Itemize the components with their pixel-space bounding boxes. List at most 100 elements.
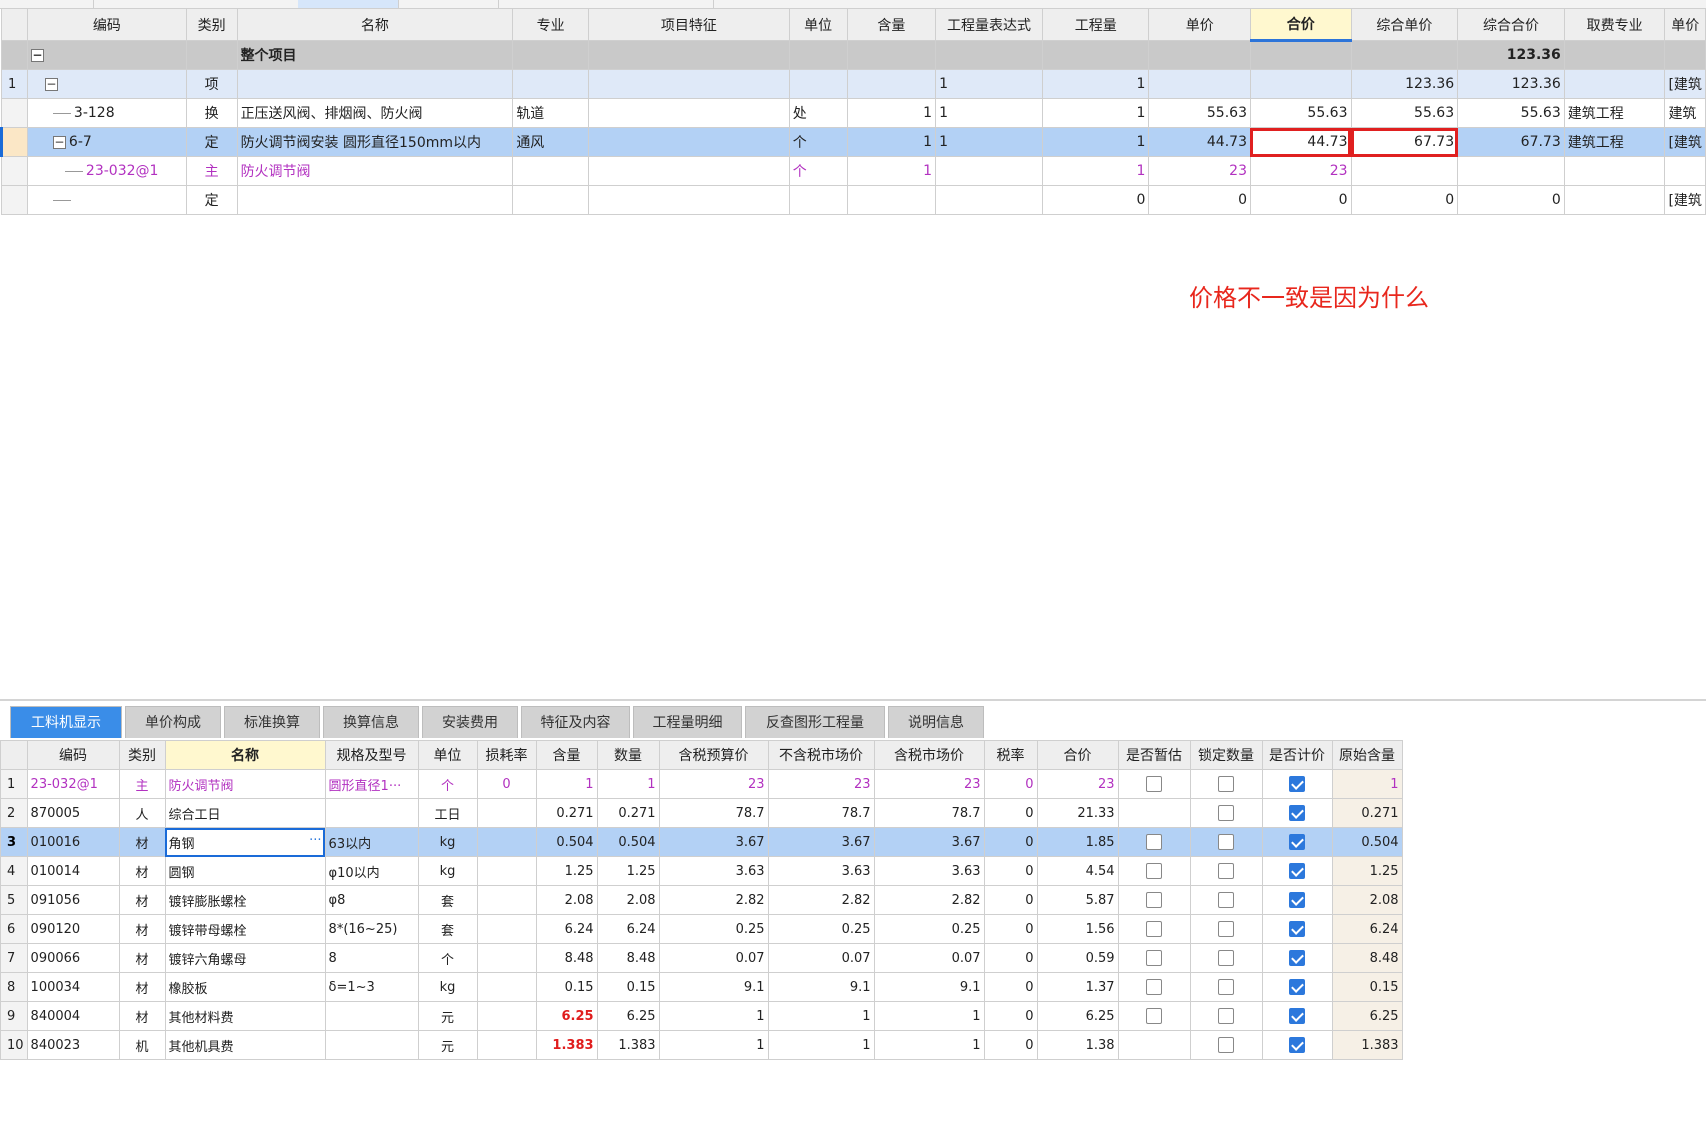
- table-row[interactable]: 2 870005 人综合工日 工日 0.271 0.271 78.7 78.7 78.7 0 21.…: [0, 798, 1403, 828]
- table-row[interactable]: 6 090120 材镀锌带母螺栓 8*(16~25) 套 6.24 6.24 0.25 0.25…: [0, 914, 1403, 944]
- cell-lock[interactable]: [1189, 943, 1263, 973]
- cell-name[interactable]: 角钢 ···: [164, 827, 326, 857]
- cell-name[interactable]: 综合工日: [164, 798, 326, 828]
- cell-market-price-tax[interactable]: 78.7: [873, 798, 985, 828]
- col-header-expression[interactable]: 工程量表达式: [935, 8, 1043, 41]
- cell-code[interactable]: 840023: [26, 1030, 120, 1060]
- checkbox-est[interactable]: [1146, 1008, 1163, 1024]
- cell-loss-rate[interactable]: [476, 798, 537, 828]
- cell-quantity[interactable]: 1.25: [596, 856, 660, 886]
- cell-quantity[interactable]: 6.25: [596, 1001, 660, 1031]
- cell-market-price-no-tax[interactable]: 1: [767, 1001, 875, 1031]
- col-header-quantity[interactable]: 工程量: [1041, 8, 1150, 41]
- table-row[interactable]: 10 840023 机其他机具费元 1.383 1.383 1 1 1 0 1.38 1.383: [0, 1030, 1403, 1060]
- cell-tax-rate[interactable]: 0: [983, 798, 1038, 828]
- checkbox-est[interactable]: [1146, 921, 1163, 937]
- cell-est[interactable]: [1117, 827, 1191, 857]
- cell-est[interactable]: [1117, 856, 1191, 886]
- cell-market-price-tax[interactable]: 1: [873, 1001, 985, 1031]
- cell-code[interactable]: 870005: [26, 798, 120, 828]
- col-header-loss-rate[interactable]: 损耗率: [476, 740, 537, 770]
- cell-type[interactable]: 主: [118, 769, 166, 799]
- cell-market-price-no-tax[interactable]: 3.63: [767, 856, 875, 886]
- cell-name[interactable]: 镀锌带母螺栓: [164, 914, 326, 944]
- cell-lock[interactable]: [1189, 827, 1263, 857]
- checkbox-priced[interactable]: [1289, 950, 1306, 966]
- cell-code[interactable]: 090120: [26, 914, 120, 944]
- cell-market-price-tax[interactable]: 0.07: [873, 943, 985, 973]
- cell-original-content[interactable]: 2.08: [1331, 885, 1403, 915]
- cell-market-price-no-tax[interactable]: 3.67: [767, 827, 875, 857]
- cell-priced[interactable]: [1261, 1001, 1333, 1031]
- cell-tax-budget-price[interactable]: 1: [658, 1001, 769, 1031]
- cell-name[interactable]: 防火调节阀: [164, 769, 326, 799]
- cell-lock[interactable]: [1189, 769, 1263, 799]
- cell-original-content[interactable]: 6.24: [1331, 914, 1403, 944]
- cell-quantity[interactable]: 0.15: [596, 972, 660, 1002]
- cell-content[interactable]: 1.383: [535, 1030, 598, 1060]
- checkbox-lock[interactable]: [1218, 921, 1235, 937]
- cell-market-price-no-tax[interactable]: 9.1: [767, 972, 875, 1002]
- cell-total[interactable]: 1.56: [1036, 914, 1119, 944]
- checkbox-lock[interactable]: [1218, 892, 1235, 908]
- cell-loss-rate[interactable]: [476, 856, 537, 886]
- col-header-lock-quantity[interactable]: 锁定数量: [1189, 740, 1263, 770]
- tab-standard-conversion[interactable]: 标准换算: [224, 706, 320, 738]
- cell-tax-rate[interactable]: 0: [983, 1001, 1038, 1031]
- cell-tax-budget-price[interactable]: 3.63: [658, 856, 769, 886]
- tab-quantity-detail[interactable]: 工程量明细: [633, 706, 742, 738]
- cell-name[interactable]: 橡胶板: [164, 972, 326, 1002]
- cell-total[interactable]: 1.85: [1036, 827, 1119, 857]
- cell-spec[interactable]: [324, 1001, 419, 1031]
- checkbox-lock[interactable]: [1218, 776, 1235, 792]
- cell-code[interactable]: 840004: [26, 1001, 120, 1031]
- checkbox-est[interactable]: [1146, 834, 1163, 850]
- cell-tax-budget-price[interactable]: 9.1: [658, 972, 769, 1002]
- cell-total[interactable]: 21.33: [1036, 798, 1119, 828]
- cell-priced[interactable]: [1261, 1030, 1333, 1060]
- cell-spec[interactable]: 圆形直径1···: [324, 769, 419, 799]
- checkbox-priced[interactable]: [1289, 979, 1306, 995]
- cell-market-price-no-tax[interactable]: 0.07: [767, 943, 875, 973]
- cell-lock[interactable]: [1189, 1030, 1263, 1060]
- cell-est[interactable]: [1117, 943, 1191, 973]
- col-header-tax-budget-price[interactable]: 含税预算价: [658, 740, 769, 770]
- cell-tax-budget-price[interactable]: 3.67: [658, 827, 769, 857]
- strip-tab[interactable]: [93, 0, 299, 8]
- table-row[interactable]: 8 100034 材橡胶板 δ=1~3 kg 0.15 0.15 9.1 9.1 9.1 0 1.37…: [0, 972, 1403, 1002]
- cell-code[interactable]: 100034: [26, 972, 120, 1002]
- cell-est[interactable]: [1117, 972, 1191, 1002]
- checkbox-est[interactable]: [1146, 776, 1163, 792]
- col-header-tax-rate[interactable]: 税率: [983, 740, 1038, 770]
- checkbox-lock[interactable]: [1218, 805, 1235, 821]
- cell-content[interactable]: 0.15: [535, 972, 598, 1002]
- table-row[interactable]: 定 0 0 0 0 0 [建筑: [1, 185, 1706, 215]
- cell-type[interactable]: 材: [118, 856, 166, 886]
- cell-content[interactable]: 1: [535, 769, 598, 799]
- cell-type[interactable]: 材: [118, 827, 166, 857]
- table-row[interactable]: 3 010016 材角钢 ··· 63以内 kg 0.504 0.504 3.67 3.67 3.6…: [0, 827, 1403, 857]
- table-row[interactable]: 1 23-032@1 主防火调节阀 圆形直径1··· 个 0 1 1 23 23 23 0 23 1: [0, 769, 1403, 799]
- cell-tax-budget-price[interactable]: 0.07: [658, 943, 769, 973]
- cell-unit[interactable]: 套: [417, 914, 478, 944]
- table-row[interactable]: 3-128 换 正压送风阀、排烟阀、防火阀 轨道 处 1 1 1 55.63 5…: [1, 98, 1706, 128]
- cell-spec[interactable]: 8: [324, 943, 419, 973]
- col-header-type[interactable]: 类别: [185, 8, 238, 41]
- cell-tax-rate[interactable]: 0: [983, 914, 1038, 944]
- checkbox-priced[interactable]: [1289, 834, 1306, 850]
- cell-original-content[interactable]: 1: [1331, 769, 1403, 799]
- cell-lock[interactable]: [1189, 914, 1263, 944]
- strip-tab[interactable]: [398, 0, 499, 8]
- cell-unit[interactable]: 个: [417, 769, 478, 799]
- checkbox-lock[interactable]: [1218, 979, 1235, 995]
- more-options-icon[interactable]: ···: [309, 833, 321, 848]
- cell-name[interactable]: 其他材料费: [164, 1001, 326, 1031]
- checkbox-priced[interactable]: [1289, 805, 1306, 821]
- cell-original-content[interactable]: 6.25: [1331, 1001, 1403, 1031]
- cell-market-price-no-tax[interactable]: 2.82: [767, 885, 875, 915]
- cell-priced[interactable]: [1261, 914, 1333, 944]
- cell-lock[interactable]: [1189, 1001, 1263, 1031]
- col-header-type[interactable]: 类别: [118, 740, 166, 770]
- table-row-selected[interactable]: −6-7 定 防火调节阀安装 圆形直径150mm以内 通风 个 1 1 1 44…: [0, 127, 1706, 157]
- cell-market-price-no-tax[interactable]: 78.7: [767, 798, 875, 828]
